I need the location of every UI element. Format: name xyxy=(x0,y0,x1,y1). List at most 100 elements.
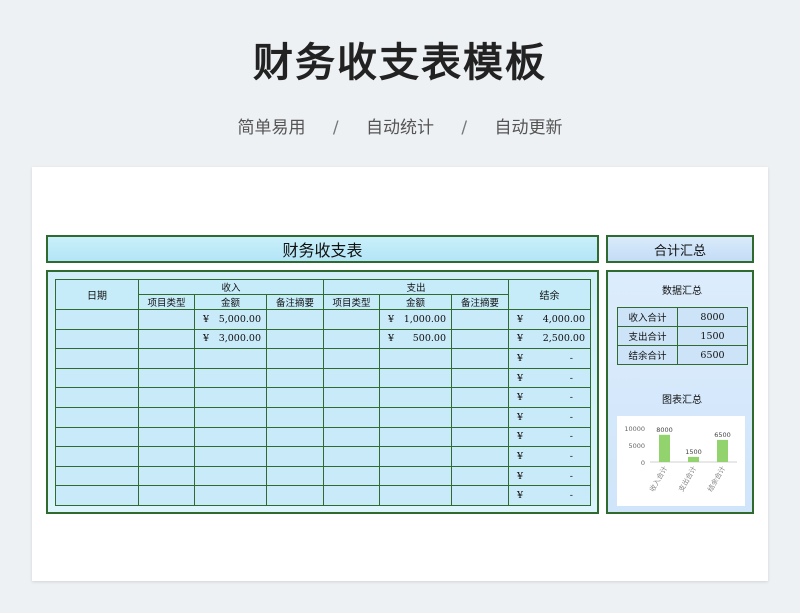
income-note-cell[interactable] xyxy=(266,446,324,467)
income-amount-cell[interactable] xyxy=(194,406,267,428)
table-row: ¥ - xyxy=(55,348,591,369)
expense-item-type-cell[interactable] xyxy=(323,446,380,467)
income-note-cell[interactable] xyxy=(266,406,324,428)
spreadsheet-sheet: 财务收支表 合计汇总 日期 收入 支出 结余 项目类型 金额 备注摘要 项目类型… xyxy=(32,167,768,581)
summary-chart[interactable]: 0 5000 10000 8000 收入合计 1500 支出合计 6500 结余合计 xyxy=(617,416,745,506)
expense-item-type-cell[interactable] xyxy=(323,485,380,506)
balance-cell[interactable]: ¥ - xyxy=(508,485,591,506)
income-note-cell[interactable] xyxy=(266,367,324,389)
expense-amount-cell[interactable]: ¥500.00 xyxy=(379,328,452,350)
balance-cell[interactable]: ¥ - xyxy=(508,348,591,369)
expense-note-cell[interactable] xyxy=(451,367,509,389)
income-note-cell[interactable] xyxy=(266,426,324,448)
expense-amount-cell[interactable] xyxy=(379,367,452,389)
expense-note-cell[interactable] xyxy=(451,348,509,369)
date-cell[interactable] xyxy=(55,406,139,428)
expense-amount-cell[interactable] xyxy=(379,406,452,428)
data-label: 8000 xyxy=(656,426,673,434)
income-amount-cell[interactable] xyxy=(194,485,267,506)
amount-value: - xyxy=(569,372,573,384)
expense-amount-cell[interactable] xyxy=(379,485,452,506)
income-amount-cell[interactable] xyxy=(194,348,267,369)
income-item-type-cell[interactable] xyxy=(138,348,195,369)
expense-note-cell[interactable] xyxy=(451,426,509,448)
income-note-cell[interactable] xyxy=(266,309,324,330)
expense-item-type-cell[interactable] xyxy=(323,328,380,350)
income-item-type-cell[interactable] xyxy=(138,485,195,506)
expense-note-cell[interactable] xyxy=(451,446,509,467)
amount-value: 500.00 xyxy=(412,333,446,345)
date-cell[interactable] xyxy=(55,387,139,408)
income-item-type-cell[interactable] xyxy=(138,387,195,408)
date-cell[interactable] xyxy=(55,485,139,506)
income-amount-cell[interactable] xyxy=(194,446,267,467)
date-cell[interactable] xyxy=(55,367,139,389)
income-note-cell[interactable] xyxy=(266,328,324,350)
currency-symbol: ¥ xyxy=(517,411,524,423)
expense-item-type-cell[interactable] xyxy=(323,406,380,428)
expense-item-type-cell[interactable] xyxy=(323,465,380,487)
expense-note-cell[interactable] xyxy=(451,309,509,330)
currency-symbol: ¥ xyxy=(203,313,210,325)
balance-cell[interactable]: ¥ - xyxy=(508,387,591,408)
date-cell[interactable] xyxy=(55,426,139,448)
income-item-type-cell[interactable] xyxy=(138,309,195,330)
data-label: 1500 xyxy=(685,448,702,456)
summary-value[interactable]: 1500 xyxy=(677,326,748,346)
income-note-cell[interactable] xyxy=(266,465,324,487)
income-item-type-cell[interactable] xyxy=(138,328,195,350)
income-note-cell[interactable] xyxy=(266,348,324,369)
income-amount-cell[interactable] xyxy=(194,465,267,487)
expense-amount-cell[interactable] xyxy=(379,348,452,369)
expense-item-type-cell[interactable] xyxy=(323,387,380,408)
expense-note-cell[interactable] xyxy=(451,465,509,487)
income-note-cell[interactable] xyxy=(266,485,324,506)
balance-cell[interactable]: ¥ - xyxy=(508,406,591,428)
income-item-type-cell[interactable] xyxy=(138,426,195,448)
date-cell[interactable] xyxy=(55,309,139,330)
income-amount-cell[interactable] xyxy=(194,426,267,448)
income-item-type-cell[interactable] xyxy=(138,367,195,389)
income-amount-cell[interactable] xyxy=(194,387,267,408)
balance-cell[interactable]: ¥2,500.00 xyxy=(508,328,591,350)
expense-amount-cell[interactable] xyxy=(379,426,452,448)
expense-amount-cell[interactable] xyxy=(379,446,452,467)
income-item-type-cell[interactable] xyxy=(138,465,195,487)
expense-amount-cell[interactable] xyxy=(379,465,452,487)
expense-note-cell[interactable] xyxy=(451,485,509,506)
income-item-type-cell[interactable] xyxy=(138,446,195,467)
income-note-cell[interactable] xyxy=(266,387,324,408)
amount-value: 2,500.00 xyxy=(542,333,585,345)
expense-item-type-cell[interactable] xyxy=(323,309,380,330)
income-amount-cell[interactable]: ¥3,000.00 xyxy=(194,328,267,350)
data-label: 6500 xyxy=(714,431,731,439)
balance-cell[interactable]: ¥ - xyxy=(508,426,591,448)
summary-label[interactable]: 结余合计 xyxy=(617,345,678,365)
balance-cell[interactable]: ¥ - xyxy=(508,367,591,389)
page-subtitle: 简单易用 / 自动统计 / 自动更新 xyxy=(0,113,800,138)
date-cell[interactable] xyxy=(55,446,139,467)
subtitle-separator: / xyxy=(461,118,468,138)
expense-amount-cell[interactable] xyxy=(379,387,452,408)
income-item-type-cell[interactable] xyxy=(138,406,195,428)
date-cell[interactable] xyxy=(55,465,139,487)
balance-cell[interactable]: ¥ - xyxy=(508,465,591,487)
expense-item-type-cell[interactable] xyxy=(323,426,380,448)
summary-value[interactable]: 6500 xyxy=(677,345,748,365)
expense-amount-cell[interactable]: ¥1,000.00 xyxy=(379,309,452,330)
date-cell[interactable] xyxy=(55,328,139,350)
summary-value[interactable]: 8000 xyxy=(677,307,748,327)
balance-cell[interactable]: ¥4,000.00 xyxy=(508,309,591,330)
income-amount-cell[interactable]: ¥5,000.00 xyxy=(194,309,267,330)
date-cell[interactable] xyxy=(55,348,139,369)
expense-item-type-cell[interactable] xyxy=(323,367,380,389)
expense-note-cell[interactable] xyxy=(451,406,509,428)
expense-note-cell[interactable] xyxy=(451,328,509,350)
summary-label[interactable]: 支出合计 xyxy=(617,326,678,346)
balance-cell[interactable]: ¥ - xyxy=(508,446,591,467)
income-amount-cell[interactable] xyxy=(194,367,267,389)
expense-item-type-cell[interactable] xyxy=(323,348,380,369)
table-row: ¥3,000.00 ¥500.00 ¥2,500.00 xyxy=(55,328,591,350)
summary-label[interactable]: 收入合计 xyxy=(617,307,678,327)
expense-note-cell[interactable] xyxy=(451,387,509,408)
